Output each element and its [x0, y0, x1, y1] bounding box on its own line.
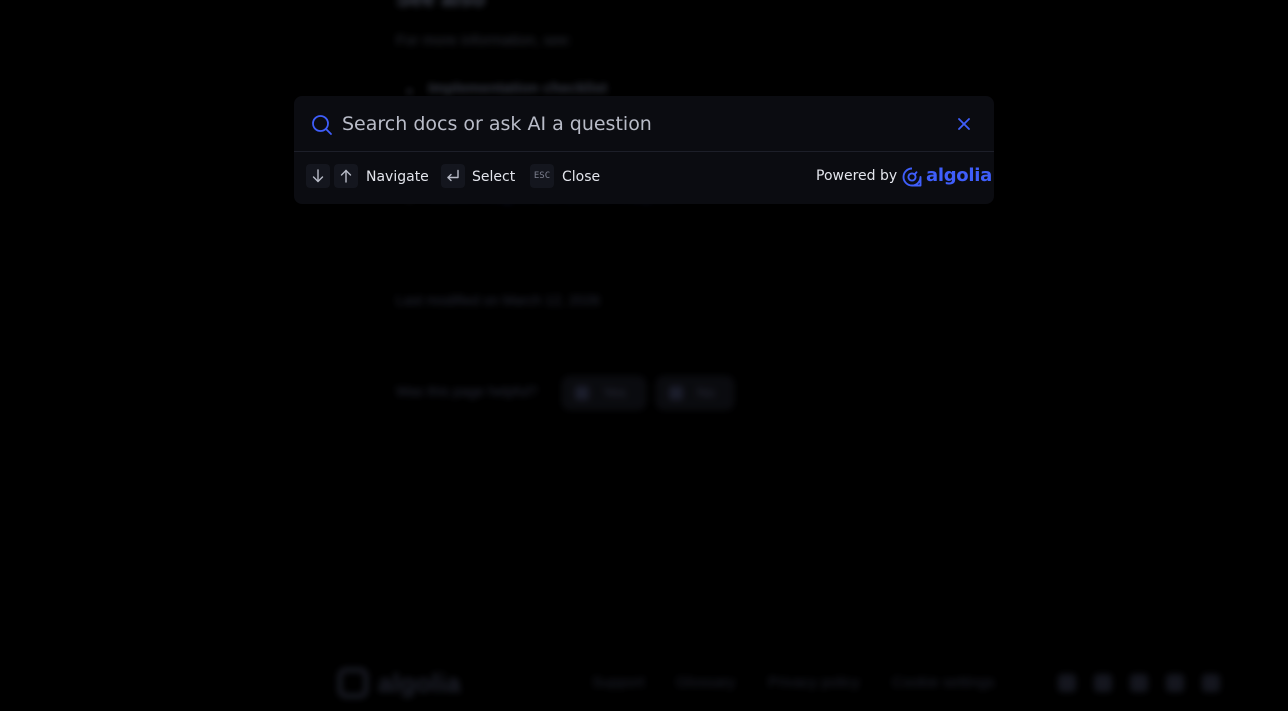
social-linkedin-icon[interactable]	[1166, 674, 1184, 692]
social-github-icon[interactable]	[1058, 674, 1076, 692]
feedback-yes-button[interactable]: Yes	[562, 376, 646, 410]
close-button[interactable]	[954, 114, 974, 134]
navigate-label: Navigate	[366, 169, 429, 185]
algolia-logo[interactable]: algolia	[902, 164, 992, 190]
section-heading: See also	[396, 0, 485, 12]
algolia-wordmark: algolia	[926, 165, 992, 186]
footer-link-support[interactable]: Support	[592, 674, 645, 691]
powered-by-text: Powered by	[816, 168, 898, 184]
close-icon	[958, 118, 970, 130]
close-label: Close	[562, 169, 601, 185]
footer-link-cookies[interactable]: Cookie settings	[892, 674, 995, 691]
social-x-icon[interactable]	[1094, 674, 1112, 692]
esc-key: ESC	[530, 164, 554, 188]
search-bar	[294, 96, 994, 152]
footer-link-privacy[interactable]: Privacy policy	[768, 674, 860, 691]
thumbs-down-icon	[669, 386, 683, 400]
algolia-logo-icon	[902, 167, 922, 187]
enter-key-icon	[447, 169, 459, 182]
search-footer: Navigate Select ESC Close Powered by alg…	[294, 152, 994, 204]
select-label: Select	[472, 169, 516, 185]
footer-logo-text: algolia	[378, 668, 461, 698]
footer-logo-icon	[338, 668, 368, 698]
search-icon	[312, 115, 332, 135]
arrow-up-key	[334, 164, 358, 188]
last-updated-text: Last modified on March 12, 2026	[396, 292, 600, 308]
feedback-no-button[interactable]: No	[656, 376, 734, 410]
social-youtube-icon[interactable]	[1130, 674, 1148, 692]
helpful-prompt: Was this page helpful?	[396, 383, 538, 399]
arrow-up-icon	[340, 169, 352, 183]
arrow-down-key	[306, 164, 330, 188]
info-text: For more information, see:	[396, 32, 572, 49]
thumbs-up-icon	[575, 386, 589, 400]
footer-link-glossary[interactable]: Glossary	[676, 674, 735, 691]
search-input[interactable]	[342, 108, 942, 140]
social-discord-icon[interactable]	[1202, 674, 1220, 692]
list-item[interactable]: Implementation checklist	[428, 80, 607, 97]
enter-key	[441, 164, 465, 188]
arrow-down-icon	[312, 169, 324, 183]
list-bullet	[407, 89, 412, 94]
search-modal: Navigate Select ESC Close Powered by alg…	[294, 96, 994, 204]
